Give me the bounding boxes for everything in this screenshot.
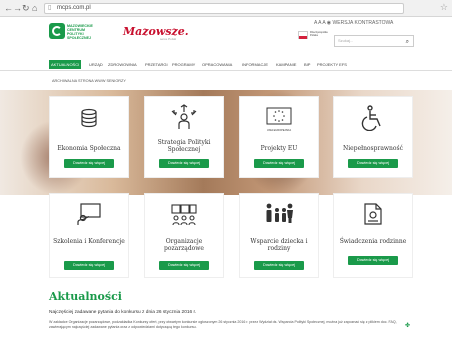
tile-label: Świadczenia rodzinne xyxy=(339,238,407,245)
search-placeholder: Szukaj... xyxy=(338,38,354,43)
tile-wsparcie-dziecka[interactable]: Wsparcie dziecka i rodziny Dowiedz się w… xyxy=(239,193,319,278)
browser-toolbar: ← → ↻ ⌂ ▯ mcps.com.pl ☆ xyxy=(0,0,452,17)
tile-projekty-eu[interactable]: UNIA EUROPEJSKA Projekty EU Dowiedz się … xyxy=(239,96,319,178)
learn-more-button[interactable]: Dowiedz się więcej xyxy=(348,256,398,265)
learn-more-button[interactable]: Dowiedz się więcej xyxy=(159,159,209,168)
wheelchair-icon xyxy=(361,105,381,131)
nav-item-kampanie[interactable]: KAMPANIE xyxy=(274,60,298,69)
tile-niepelnosprawnosc[interactable]: Niepełnosprawność Dowiedz się więcej xyxy=(333,96,413,178)
strategy-icon xyxy=(171,104,197,129)
tile-strategia-polityki[interactable]: Strategia Polityki Społecznej Dowiedz si… xyxy=(144,96,224,178)
bookmark-star-icon[interactable]: ☆ xyxy=(440,2,448,13)
nav-item-przetargi[interactable]: PRZETARGI xyxy=(143,60,170,69)
url-text: mcps.com.pl xyxy=(57,5,91,11)
tile-label: Szkolenia i Konferencje xyxy=(53,238,125,245)
news-headline[interactable]: Najczęściej zadawane pytania do konkursu… xyxy=(49,310,196,315)
tile-organizacje-pozarzadowe[interactable]: Organizacje pozarządowe Dowiedz się więc… xyxy=(144,193,224,278)
family-icon xyxy=(266,203,293,223)
archive-links[interactable]: ARCHIWALNA STRONA WWW SENIORZY xyxy=(52,79,126,83)
accessibility-options[interactable]: A A A ◉ WERSJA KONTRASTOWA xyxy=(314,20,393,26)
nav-item-zdrowownia[interactable]: ZDROWOWNIA xyxy=(106,60,139,69)
forward-icon[interactable]: → xyxy=(13,3,22,13)
tile-label: Organizacje pozarządowe xyxy=(164,238,204,252)
eu-flag-icon xyxy=(266,107,292,125)
tile-swiadczenia-rodzinne[interactable]: Świadczenia rodzinne Dowiedz się więcej xyxy=(333,193,413,278)
reload-icon[interactable]: ↻ xyxy=(22,3,30,13)
coins-icon xyxy=(81,108,97,128)
tile-label-text: Strategia Polityki Społecznej xyxy=(157,139,211,153)
organizations-icon xyxy=(171,204,197,226)
presentation-icon xyxy=(77,203,101,225)
tile-label: Projekty EU xyxy=(260,145,298,152)
flag-text: Rzeczpospolita Polska xyxy=(310,31,328,37)
back-icon[interactable]: ← xyxy=(4,3,13,13)
home-icon[interactable]: ⌂ xyxy=(32,3,37,13)
learn-more-button[interactable]: Dowiedz się więcej xyxy=(64,159,114,168)
share-icon[interactable]: ✤ xyxy=(405,322,410,329)
eu-sublabel: UNIA EUROPEJSKA xyxy=(266,129,292,132)
news-snippet: W zakładce Organizacje pozarządowe, podz… xyxy=(49,320,397,329)
main-nav: AKTUALNOŚCI URZĄD ZDROWOWNIA PRZETARGI P… xyxy=(0,58,452,71)
mcps-logo-icon[interactable] xyxy=(49,23,65,39)
mcps-logo-text[interactable]: MAZOWIECKIE CENTRUM POLITYKI SPOŁECZNEJ xyxy=(67,24,107,40)
nav-item-bip[interactable]: BIP xyxy=(302,60,312,69)
tile-label: Strategia Polityki Społecznej xyxy=(145,139,223,153)
nav-item-projekty-efs[interactable]: PROJEKTY EFS xyxy=(315,60,349,69)
learn-more-button[interactable]: Dowiedz się więcej xyxy=(254,261,304,270)
learn-more-button[interactable]: Dowiedz się więcej xyxy=(64,261,114,270)
nav-item-opracowania[interactable]: OPRACOWANIA xyxy=(200,60,234,69)
nav-item-aktualnosci[interactable]: AKTUALNOŚCI xyxy=(49,60,82,69)
tile-label: Niepełnosprawność xyxy=(343,145,403,152)
learn-more-button[interactable]: Dowiedz się więcej xyxy=(159,261,209,270)
mazowsze-subtitle: serce Polski xyxy=(160,37,177,41)
mazowsze-logo[interactable]: Mazowsze. xyxy=(123,25,189,38)
learn-more-button[interactable]: Dowiedz się więcej xyxy=(254,159,304,168)
poland-flag-icon xyxy=(298,31,308,39)
nav-item-informacje[interactable]: INFORMACJE xyxy=(240,60,270,69)
tile-label: Ekonomia Społeczna xyxy=(57,145,121,152)
nav-item-urzad[interactable]: URZĄD xyxy=(87,60,105,69)
tile-szkolenia-konferencje[interactable]: Szkolenia i Konferencje Dowiedz się więc… xyxy=(49,193,129,278)
search-icon[interactable]: ⌕ xyxy=(406,37,409,47)
page-icon: ▯ xyxy=(48,5,52,11)
document-icon xyxy=(364,203,382,225)
search-input[interactable]: Szukaj... ⌕ xyxy=(334,35,414,47)
logo-line-4: SPOŁECZNEJ xyxy=(67,36,91,40)
learn-more-button[interactable]: Dowiedz się więcej xyxy=(348,159,398,168)
news-section-title: Aktualności xyxy=(49,290,122,303)
tile-label: Wsparcie dziecka i rodziny xyxy=(250,238,308,252)
nav-item-programy[interactable]: PROGRAMY xyxy=(170,60,197,69)
tile-ekonomia-spoleczna[interactable]: Ekonomia Społeczna Dowiedz się więcej xyxy=(49,96,129,178)
address-bar[interactable]: ▯ mcps.com.pl xyxy=(44,3,404,14)
